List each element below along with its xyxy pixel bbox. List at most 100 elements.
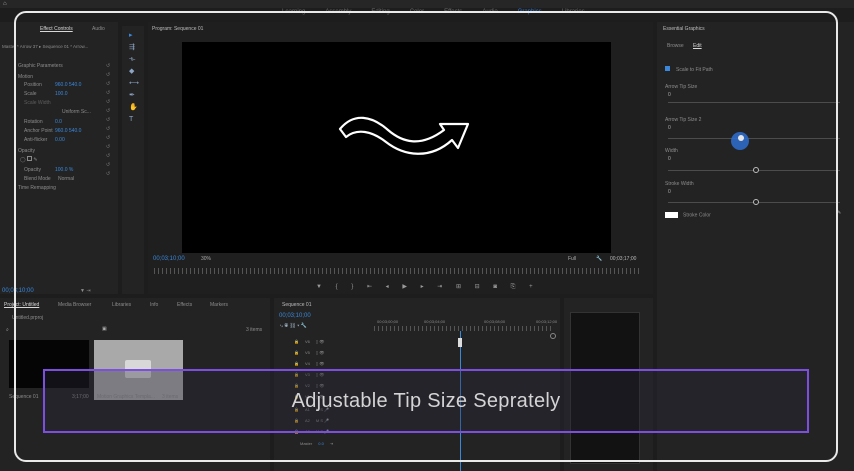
ec-row-time-remapping: Time Remapping [18,185,56,191]
selection-tool-icon[interactable]: ▸ [129,32,133,39]
wrench-icon[interactable]: 🔧 [596,256,602,262]
caption-overlay: Adjustable Tip Size Seprately [43,369,809,433]
rect-mask-icon[interactable] [27,156,32,161]
ec-value-scale[interactable]: 100.0 [55,91,68,97]
program-scrub-bar[interactable] [154,268,642,274]
slip-tool-icon[interactable]: ⟷ [129,80,139,87]
tab-info[interactable]: Info [150,302,158,308]
scroll-handle[interactable] [550,333,556,339]
workspace-graphics[interactable]: Graphics [508,6,552,18]
project-file-name: Untitled.prproj [12,315,44,321]
track-select-tool-icon[interactable]: ⇶ [129,44,135,51]
eg-tab-edit[interactable]: Edit [693,43,702,49]
track-v6[interactable]: 🔒 V6 ▯ 👁 [294,337,324,346]
workspace-audio[interactable]: Audio [472,6,507,18]
track-master[interactable]: Master 0.0 ⇥ [300,439,333,448]
clip-path: Master * Arrow 37 ▸ Sequence 01 * Arrow.… [2,44,89,49]
ec-value-anti-flicker[interactable]: 0.00 [55,137,65,143]
workspace-effects[interactable]: Effects [434,6,472,18]
quality-select[interactable]: Full [568,256,576,262]
razor-tool-icon[interactable]: ◆ [129,68,134,75]
ec-value-opacity[interactable]: 100.0 % [55,167,73,173]
ec-timecode[interactable]: 00;03;10;00 [2,288,34,294]
workspace-color[interactable]: Color [400,6,434,18]
essential-graphics-title: Essential Graphics [663,26,705,32]
ec-value-position[interactable]: 960.0 540.0 [55,82,81,88]
graphic-clip[interactable] [458,338,462,347]
ruler-label-1: 00;03;00;00 [377,319,399,324]
home-icon[interactable]: ⌂ [3,1,7,7]
workspace-libraries[interactable]: Libraries [552,6,595,18]
track-v5[interactable]: 🔒 V5 ▯ 👁 [294,348,324,357]
eg-slider-knob-width[interactable] [753,167,759,173]
ec-row-anchor-point: Anchor Point [24,128,53,134]
track-label: V4 [304,361,310,366]
ec-row-opacity: Opacity [24,167,41,173]
timeline-title[interactable]: Sequence 01 [282,302,311,308]
ec-row-rotation: Rotation [24,119,43,125]
eg-slider-knob-stroke-width[interactable] [753,199,759,205]
effect-controls-panel: Effect Controls Audio Master * Arrow 37 … [0,22,118,294]
ec-row-anti-flicker: Anti-flicker [24,137,48,143]
program-monitor-title[interactable]: Program: Sequence 01 [152,26,203,32]
eg-param-width-label: Width [665,148,678,154]
eg-param-stroke-width-value[interactable]: 0 [668,189,671,195]
program-monitor-video[interactable] [182,42,611,253]
caption-text: Adjustable Tip Size Seprately [291,389,561,412]
eg-stroke-color[interactable]: Stroke Color [665,212,711,218]
tab-audio[interactable]: Audio [92,26,105,32]
ec-row-graphic-parameters: Graphic Parameters [18,63,63,69]
tab-markers[interactable]: Markers [210,302,228,308]
workspace-assembly[interactable]: Assembly [315,6,361,18]
ripple-edit-tool-icon[interactable]: ⟛ [129,56,135,63]
reset-icons[interactable]: ↺ ↺ ↺ ↺ ↺ ↺ ↺ ↺ ↺ ↺ ↺ ↺ ↺ [106,62,110,179]
eg-checkbox[interactable]: Scale to Fit Path [665,66,713,73]
eg-slider-tip-size2[interactable] [668,138,840,139]
arrow-graphic[interactable] [182,42,611,253]
eg-param-tip-size-label: Arrow Tip Size [665,84,698,90]
workspace-editing[interactable]: Editing [361,6,399,18]
ec-row-position: Position [24,82,42,88]
search-icon[interactable]: ⌕ [6,327,9,333]
master-value[interactable]: 0.0 [318,441,324,446]
eg-slider-knob-tip-size2[interactable] [738,135,744,141]
blend-mode-select[interactable]: Normal [58,176,74,182]
program-timecode-left[interactable]: 00;03;10;00 [153,256,185,262]
zoom-select[interactable]: 30% [201,256,211,262]
sequence-name[interactable]: Sequence 01 [9,394,38,400]
eg-param-stroke-width-label: Stroke Width [665,181,694,187]
tab-media-browser[interactable]: Media Browser [58,302,91,308]
pen-mask-icon[interactable]: ✎ [33,157,37,163]
eyedropper-icon[interactable]: ✎ [837,210,841,216]
pen-tool-icon[interactable]: ✒ [129,92,135,99]
ec-filter-icons[interactable]: ▼ ⇥ [80,288,91,294]
ruler-label-3: 00;03;08;00 [484,319,506,324]
workspace-learning[interactable]: Learning [272,6,315,18]
track-v4[interactable]: 🔒 V4 ▯ 👁 [294,359,324,368]
eg-param-width-value[interactable]: 0 [668,156,671,162]
eg-tab-browse[interactable]: Browse [667,43,684,49]
tab-project[interactable]: Project: Untitled [4,302,39,308]
tab-effect-controls[interactable]: Effect Controls [40,26,73,32]
ec-row-motion: Motion [18,74,34,80]
new-bin-icon[interactable]: ▣ [102,326,107,332]
eg-param-tip-size-value[interactable]: 0 [668,92,671,98]
tab-libraries[interactable]: Libraries [112,302,131,308]
timeline-tool-icons[interactable]: ⤷ ◉ ⛓ ▾ 🔧 [280,323,307,329]
ec-row-scale-width: Scale Width [24,100,51,106]
ec-row-uniform-scale[interactable]: Uniform Sc... [62,109,91,115]
type-tool-icon[interactable]: T [129,116,133,123]
ec-row-opacity-group: Opacity [18,148,35,154]
ellipse-mask-icon[interactable]: ◯ [20,157,26,163]
eg-slider-tip-size[interactable] [668,102,840,103]
tab-effects[interactable]: Effects [177,302,192,308]
eg-stroke-color-label: Stroke Color [683,212,711,219]
eg-param-tip-size2-label: Arrow Tip Size 2 [665,117,702,123]
ec-value-anchor-point[interactable]: 960.0 540.0 [55,128,81,134]
timeline-ruler[interactable] [374,326,554,331]
timeline-timecode[interactable]: 00;03;10;00 [279,313,311,319]
ec-value-rotation[interactable]: 0.0 [55,119,62,125]
transport-controls[interactable]: ▼ { } ⇤ ◂ ▶ ▸ ⇥ ⊞ ⊟ ◙ ⎘ + [316,283,656,291]
hand-tool-icon[interactable]: ✋ [129,104,138,111]
eg-param-tip-size2-value[interactable]: 0 [668,125,671,131]
